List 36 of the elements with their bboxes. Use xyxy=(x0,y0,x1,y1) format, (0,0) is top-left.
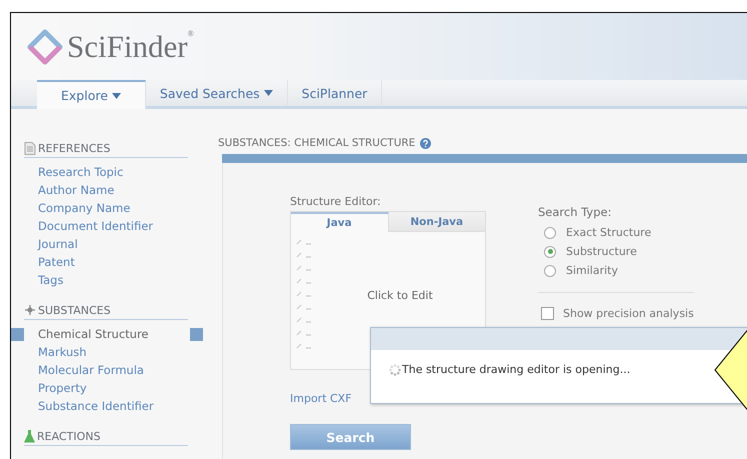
flask-icon xyxy=(24,430,35,442)
section-heading: SUBSTANCES xyxy=(38,304,111,316)
nav-tab[interactable]: Saved Searches xyxy=(146,80,288,106)
logo-text: SciFinder$^{®}$ xyxy=(67,28,194,64)
sidebar-item[interactable]: Journal xyxy=(11,235,203,253)
radio-option[interactable]: Substructure xyxy=(538,242,694,261)
nav-tab[interactable]: Explore xyxy=(37,80,146,109)
field-label: Search Type: xyxy=(538,205,612,219)
diamond-logo-icon xyxy=(27,28,63,64)
section-heading: REACTIONS xyxy=(37,430,100,442)
sidebar-item[interactable]: Document Identifier xyxy=(11,217,203,235)
sidebar-item[interactable]: Molecular Formula xyxy=(11,361,203,379)
sidebar-item[interactable]: Substance Identifier xyxy=(11,397,203,415)
checkbox-option[interactable]: Show precision analysis xyxy=(538,307,694,320)
sidebar-item[interactable]: Markush xyxy=(11,343,203,361)
radio-option[interactable]: Similarity xyxy=(538,261,694,280)
sidebar-item[interactable]: Property xyxy=(11,379,203,397)
search-button[interactable]: Search xyxy=(290,424,411,450)
sidebar-item[interactable]: Tags xyxy=(11,271,203,289)
document-icon xyxy=(24,142,36,154)
sidebar-item[interactable]: Author Name xyxy=(11,181,203,199)
molecule-icon xyxy=(24,304,36,316)
editor-tab[interactable]: Java xyxy=(291,212,388,232)
radio-option[interactable]: Exact Structure xyxy=(538,223,694,242)
sidebar-item[interactable]: Company Name xyxy=(11,199,203,217)
field-label: Structure Editor: xyxy=(290,195,382,208)
sidebar-item[interactable]: Chemical Structure xyxy=(11,325,203,343)
nav-tab[interactable]: SciPlanner xyxy=(288,80,382,106)
editor-tab[interactable]: Non-Java xyxy=(388,212,485,232)
spinner-icon xyxy=(389,364,401,376)
sidebar-item[interactable]: Research Topic xyxy=(11,163,203,181)
section-heading: REFERENCES xyxy=(38,142,110,154)
help-icon[interactable] xyxy=(420,138,432,148)
sidebar-item[interactable]: Patent xyxy=(11,253,203,271)
page-title: SUBSTANCES: CHEMICAL STRUCTURE xyxy=(218,137,416,149)
import-link[interactable]: Import CXF xyxy=(290,392,352,405)
